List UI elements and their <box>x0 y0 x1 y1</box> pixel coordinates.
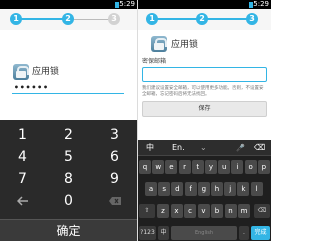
space-bar[interactable]: English <box>171 226 237 240</box>
save-button[interactable]: 保存 <box>142 101 267 117</box>
app-name: 应用锁 <box>171 40 199 50</box>
key-s[interactable]: s <box>158 182 171 196</box>
key-m[interactable]: m <box>238 204 250 218</box>
status-time: 5:29 <box>119 0 135 8</box>
key-3[interactable]: 3 <box>92 124 137 146</box>
key-f[interactable]: f <box>184 182 197 196</box>
key-j[interactable]: j <box>224 182 237 196</box>
numeric-key[interactable]: ?123 <box>139 226 156 240</box>
key-z[interactable]: z <box>157 204 169 218</box>
step-3: 3 <box>108 13 120 25</box>
key-t[interactable]: t <box>191 160 204 174</box>
key-5[interactable]: 5 <box>46 146 91 168</box>
key-0[interactable]: 0 <box>46 190 91 212</box>
pin-setup-screen: 5:29 1 2 3 应用锁 •••••• 1 2 3 4 5 6 7 8 9 … <box>0 0 137 241</box>
key-l[interactable]: l <box>250 182 263 196</box>
english-mode-button[interactable]: En. <box>172 140 185 156</box>
status-bar: 5:29 <box>0 0 137 21</box>
chevron-down-icon[interactable]: ⌄ <box>200 140 207 156</box>
step-2: 2 <box>196 13 208 25</box>
step-2: 2 <box>62 13 74 25</box>
key-e[interactable]: e <box>165 160 178 174</box>
key-a[interactable]: a <box>145 182 157 196</box>
key-c[interactable]: c <box>184 204 196 218</box>
delete-icon[interactable]: ⌫ <box>254 140 265 156</box>
done-key[interactable]: 完成 <box>251 226 270 240</box>
key-8[interactable]: 8 <box>46 168 91 190</box>
key-b[interactable]: b <box>211 204 223 218</box>
key-u[interactable]: u <box>218 160 231 174</box>
key-q[interactable]: q <box>139 160 151 174</box>
mic-icon[interactable]: 🎤 <box>236 140 245 156</box>
app-lock-icon <box>13 64 29 80</box>
key-7[interactable]: 7 <box>0 168 45 190</box>
status-time: 5:29 <box>253 0 269 8</box>
app-lock-icon <box>151 36 167 52</box>
step-3: 3 <box>246 13 258 25</box>
backspace-key-icon[interactable]: ⌫ <box>254 204 270 218</box>
number-keypad: 1 2 3 4 5 6 7 8 9 0 确定 <box>0 120 137 241</box>
key-o[interactable]: o <box>244 160 257 174</box>
key-d[interactable]: d <box>171 182 184 196</box>
key-n[interactable]: n <box>224 204 237 218</box>
pin-input[interactable]: •••••• <box>12 82 124 94</box>
back-arrow-icon[interactable] <box>0 190 45 212</box>
step-1: 1 <box>146 13 158 25</box>
keyboard-toolbar: 中 En. ⌄ 🎤 ⌫ <box>138 140 271 156</box>
shift-icon[interactable]: ⇧ <box>139 204 155 218</box>
key-p[interactable]: p <box>257 160 270 174</box>
confirm-button[interactable]: 确定 <box>0 219 137 241</box>
key-g[interactable]: g <box>197 182 210 196</box>
backspace-icon[interactable] <box>92 190 137 212</box>
key-k[interactable]: k <box>237 182 250 196</box>
key-v[interactable]: v <box>197 204 210 218</box>
period-key[interactable]: . <box>239 226 249 240</box>
step-1: 1 <box>10 13 22 25</box>
email-label: 密保邮箱 <box>142 58 167 65</box>
soft-keyboard: 中 En. ⌄ 🎤 ⌫ qwertyuiop asdfghjkl zxcvbnm ?… <box>138 140 271 241</box>
signal-icon <box>101 2 113 21</box>
step-line-done <box>14 18 68 20</box>
key-h[interactable]: h <box>211 182 223 196</box>
email-hint: 我们建议设置安全邮箱，可以使用更多功能。否则，不设置安全邮箱，忘记密码后将无法找… <box>142 86 264 97</box>
key-r[interactable]: r <box>178 160 191 174</box>
key-2[interactable]: 2 <box>46 124 91 146</box>
key-y[interactable]: y <box>205 160 217 174</box>
key-4[interactable]: 4 <box>0 146 45 168</box>
language-key[interactable]: 中 <box>158 226 169 240</box>
key-9[interactable]: 9 <box>92 168 137 190</box>
app-name: 应用锁 <box>32 67 60 77</box>
status-bar: 5:29 <box>138 0 271 21</box>
key-1[interactable]: 1 <box>0 124 45 146</box>
key-w[interactable]: w <box>152 160 165 174</box>
key-6[interactable]: 6 <box>92 146 137 168</box>
chinese-mode-button[interactable]: 中 <box>146 140 154 156</box>
step-indicator: 1 2 3 <box>138 9 271 30</box>
email-field[interactable] <box>142 67 267 82</box>
email-setup-screen: 5:29 1 2 3 应用锁 密保邮箱 我们建议设置安全邮箱，可以使用更多功能。… <box>138 0 271 241</box>
step-indicator: 1 2 3 <box>0 9 137 30</box>
key-x[interactable]: x <box>170 204 183 218</box>
key-i[interactable]: i <box>231 160 244 174</box>
signal-icon <box>235 2 247 21</box>
